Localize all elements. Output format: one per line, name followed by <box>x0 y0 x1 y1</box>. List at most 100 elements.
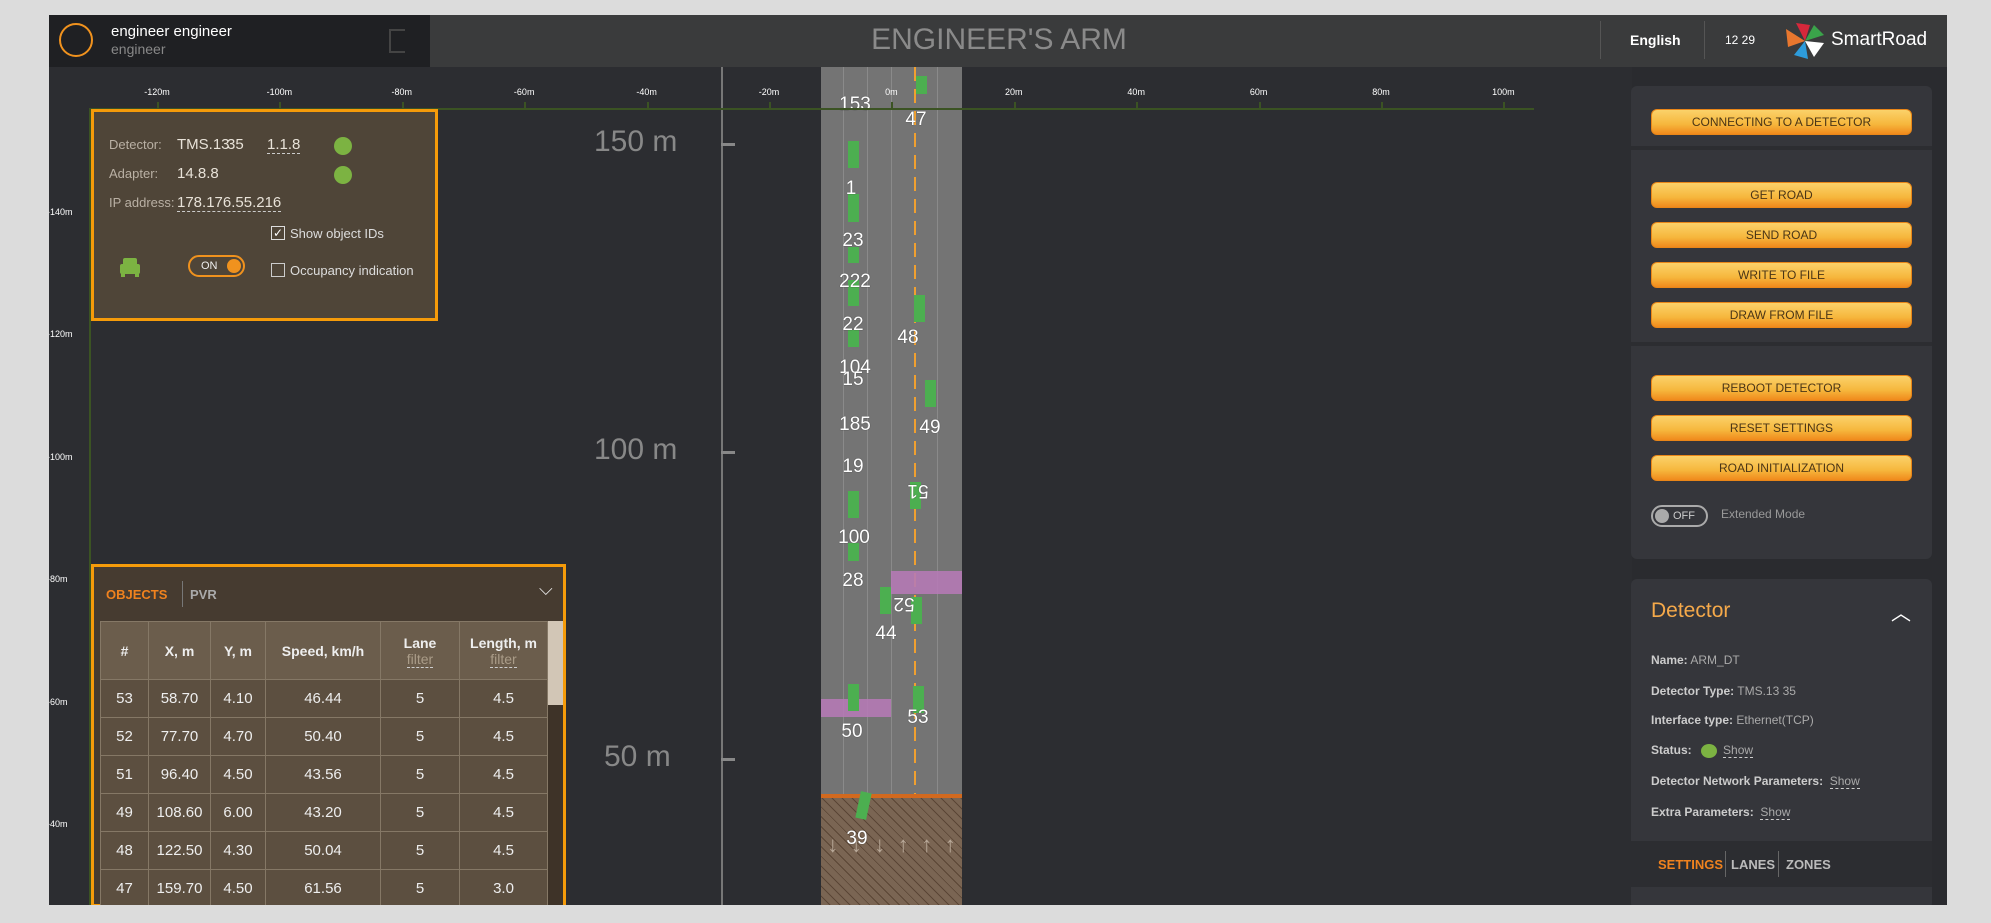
object-id-label: 48 <box>897 327 919 348</box>
col-id[interactable]: # <box>100 621 149 680</box>
vehicle-marker[interactable] <box>880 587 891 614</box>
divider <box>1600 21 1601 59</box>
header: engineer engineer engineer ENGINEER'S AR… <box>49 15 1947 67</box>
scrollbar[interactable] <box>548 621 563 905</box>
table-cell: 5 <box>380 679 460 718</box>
table-cell: 4.5 <box>459 793 548 832</box>
chevron-down-icon[interactable]: ⌵ <box>539 579 553 600</box>
extended-mode-toggle[interactable]: OFF <box>1651 505 1708 527</box>
divider <box>1704 21 1705 59</box>
x-tick <box>1381 102 1383 109</box>
road-initialization-button[interactable]: ROAD INITIALIZATION <box>1651 455 1912 481</box>
user-role: engineer <box>111 41 166 57</box>
get-road-button[interactable]: GET ROAD <box>1651 182 1912 208</box>
table-row[interactable]: 47 159.70 4.50 61.56 5 3.0 <box>100 869 548 905</box>
status-show-link[interactable]: Show <box>1723 743 1754 758</box>
x-tick <box>279 102 282 109</box>
detector-panel: Detector ︿ Name: ARM_DT Detector Type: T… <box>1631 579 1932 905</box>
show-ids-checkbox[interactable]: ✓ <box>271 226 285 240</box>
table-row[interactable]: 53 58.70 4.10 46.44 5 4.5 <box>100 679 548 718</box>
ip-address-link[interactable]: 178.176.55.216 <box>177 194 282 212</box>
logout-icon[interactable] <box>389 29 405 53</box>
object-id-label: 100 <box>838 527 870 548</box>
occupancy-checkbox[interactable] <box>271 263 285 277</box>
tab-objects[interactable]: OBJECTS <box>106 587 167 602</box>
x-tick <box>157 102 159 109</box>
tab-zones[interactable]: ZONES <box>1786 857 1831 872</box>
table-cell: 4.50 <box>210 755 266 794</box>
x-tick <box>1013 102 1016 109</box>
reboot-detector-button[interactable]: REBOOT DETECTOR <box>1651 375 1912 401</box>
vehicle-marker[interactable] <box>916 76 927 94</box>
table-cell: 50.04 <box>265 831 381 870</box>
scale-tick <box>721 758 735 761</box>
scrollbar-thumb[interactable] <box>548 621 563 705</box>
object-id-label: 49 <box>919 417 941 438</box>
detection-toggle[interactable]: ON <box>188 255 245 277</box>
col-x[interactable]: X, m <box>148 621 211 680</box>
detector-label: Detector: <box>109 137 162 152</box>
vehicle-marker[interactable] <box>848 141 859 168</box>
status-label: Status: <box>1651 743 1692 757</box>
arrow-up-icon: ↑ <box>944 832 956 857</box>
x-tick <box>1503 102 1506 109</box>
send-road-button[interactable]: SEND ROAD <box>1651 222 1912 248</box>
smartroad-logo-icon <box>1786 23 1824 59</box>
interface-type: Ethernet(TCP) <box>1736 713 1814 727</box>
table-row[interactable]: 49 108.60 6.00 43.20 5 4.5 <box>100 793 548 832</box>
table-cell: 43.20 <box>265 793 381 832</box>
objects-panel: OBJECTS PVR ⌵ # X, m Y, m Speed, km/h La… <box>91 564 566 905</box>
col-speed[interactable]: Speed, km/h <box>265 621 381 680</box>
table-cell: 4.70 <box>210 717 266 756</box>
chevron-up-icon[interactable]: ︿ <box>1891 597 1911 626</box>
extra-show-link[interactable]: Show <box>1760 805 1791 820</box>
x-tick <box>891 102 894 109</box>
app-window: engineer engineer engineer ENGINEER'S AR… <box>49 15 1947 905</box>
object-id-label: 153 <box>839 94 871 115</box>
user-avatar-icon[interactable] <box>59 23 93 57</box>
tab-pvr[interactable]: PVR <box>190 587 217 602</box>
x-tick-label: 80m <box>1372 87 1390 97</box>
lane-filter-link[interactable]: filter <box>406 650 434 668</box>
col-lane: Lane filter <box>380 621 460 680</box>
vehicle-marker[interactable] <box>914 295 925 322</box>
vehicle-marker[interactable] <box>925 380 936 407</box>
vehicle-marker[interactable] <box>848 684 859 711</box>
col-length: Length, m filter <box>459 621 548 680</box>
table-row[interactable]: 48 122.50 4.30 50.04 5 4.5 <box>100 831 548 870</box>
network-show-link[interactable]: Show <box>1829 774 1860 789</box>
x-tick <box>769 102 771 109</box>
y-tick-label: -60m <box>49 696 68 707</box>
lane-arrows: ↓ ↓ ↓ ↑ ↑ ↑ <box>821 832 962 902</box>
toggle-label: ON <box>201 260 218 272</box>
connect-detector-button[interactable]: CONNECTING TO A DETECTOR <box>1651 109 1912 135</box>
toggle-knob <box>1655 509 1669 523</box>
table-row[interactable]: 52 77.70 4.70 50.40 5 4.5 <box>100 717 548 756</box>
x-tick-label: 0m <box>885 87 898 97</box>
extra-label: Extra Parameters: <box>1651 805 1754 819</box>
user-block: engineer engineer engineer <box>49 15 430 67</box>
tab-lanes[interactable]: LANES <box>1731 857 1775 872</box>
vehicle-marker[interactable] <box>848 491 859 518</box>
draw-from-file-button[interactable]: DRAW FROM FILE <box>1651 302 1912 328</box>
user-name: engineer engineer <box>111 23 232 40</box>
x-tick-label: -40m <box>636 87 657 97</box>
road: ↓ ↓ ↓ ↑ ↑ ↑ <box>821 67 962 905</box>
pvr-zone[interactable] <box>891 571 962 594</box>
scale-label: 50 m <box>604 740 671 773</box>
table-cell: 4.5 <box>459 679 548 718</box>
brand-name: SmartRoad <box>1831 29 1928 50</box>
x-tick <box>1258 102 1261 109</box>
language-selector[interactable]: English <box>1630 32 1681 48</box>
detector-status-dot <box>334 137 352 155</box>
table-cell: 159.70 <box>148 869 211 905</box>
write-to-file-button[interactable]: WRITE TO FILE <box>1651 262 1912 288</box>
col-y[interactable]: Y, m <box>210 621 266 680</box>
detector-version-link[interactable]: 1.1.8 <box>267 136 301 154</box>
object-id-label: 51 <box>907 480 929 501</box>
x-tick-label: 40m <box>1127 87 1145 97</box>
length-filter-link[interactable]: filter <box>490 650 517 668</box>
table-row[interactable]: 51 96.40 4.50 43.56 5 4.5 <box>100 755 548 794</box>
tab-settings[interactable]: SETTINGS <box>1658 857 1723 872</box>
reset-settings-button[interactable]: RESET SETTINGS <box>1651 415 1912 441</box>
